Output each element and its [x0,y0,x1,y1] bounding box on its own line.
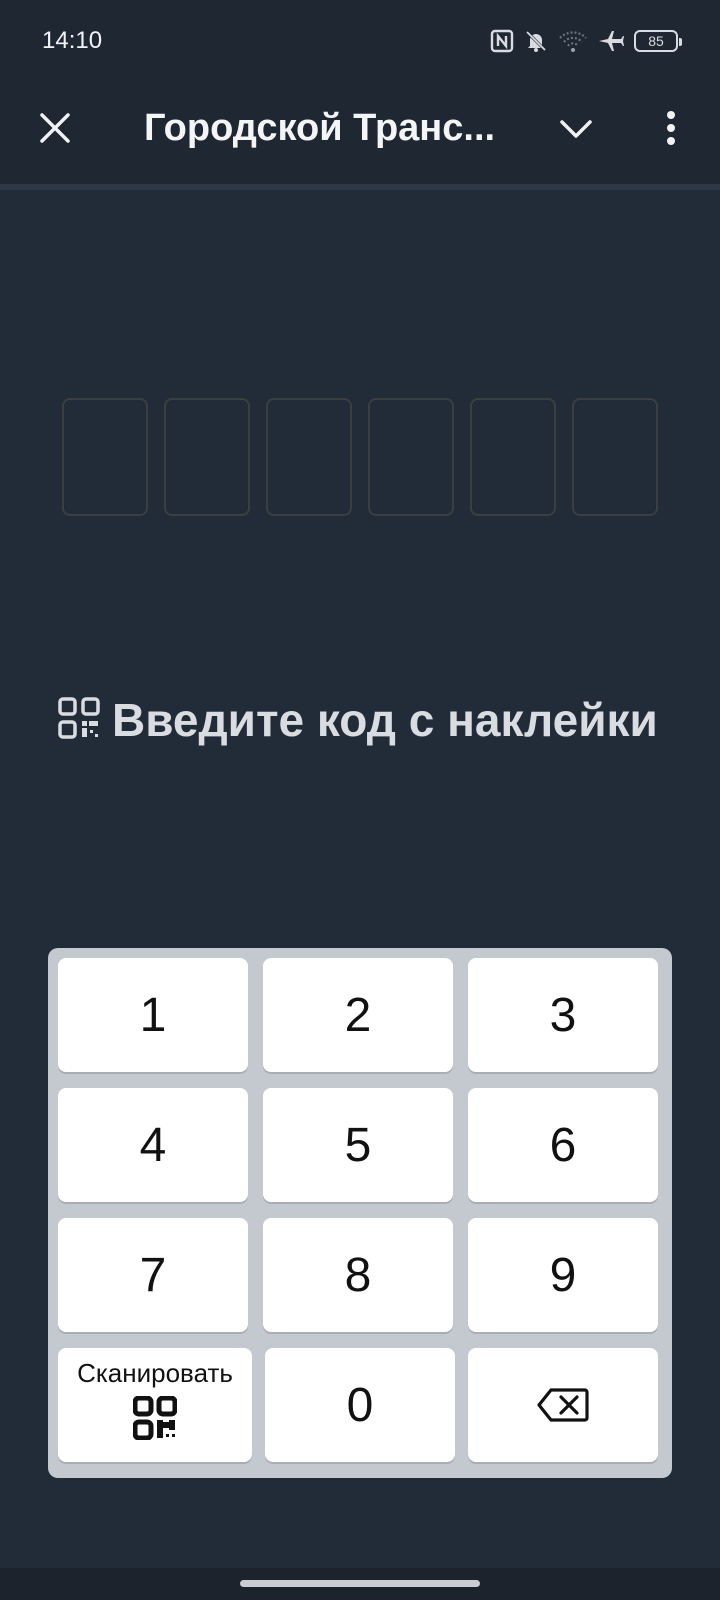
battery-level: 85 [648,33,664,49]
bell-off-icon [524,29,548,53]
key-8[interactable]: 8 [263,1218,453,1332]
status-icons: 85 [490,26,682,56]
numeric-keypad: 1 2 3 4 5 6 7 8 9 Сканировать 0 [48,948,672,1478]
wifi-icon [558,29,588,53]
backspace-icon [537,1388,589,1422]
airplane-icon [598,29,624,53]
battery-icon: 85 [634,30,682,52]
qr-code-icon [132,1395,178,1452]
app-bar-divider [0,184,720,190]
close-button[interactable] [27,100,83,156]
status-time: 14:10 [42,27,103,54]
dropdown-button[interactable] [548,100,604,156]
page-title: Городской Транс... [144,107,494,149]
app-bar: Городской Транс... [0,82,720,184]
key-5[interactable]: 5 [263,1088,453,1202]
home-indicator[interactable] [240,1580,480,1587]
code-digit-box-3[interactable] [266,398,352,516]
qr-code-icon [58,696,100,744]
chevron-down-icon [560,120,592,138]
code-digit-box-1[interactable] [62,398,148,516]
key-9[interactable]: 9 [468,1218,658,1332]
code-input [62,398,658,518]
code-hint: Введите код с наклейки [58,690,658,750]
close-icon [40,113,70,143]
code-digit-box-6[interactable] [572,398,658,516]
more-options-button[interactable] [643,100,699,156]
key-1[interactable]: 1 [58,958,248,1072]
key-4[interactable]: 4 [58,1088,248,1202]
key-2[interactable]: 2 [263,958,453,1072]
key-0[interactable]: 0 [265,1348,455,1462]
code-digit-box-5[interactable] [470,398,556,516]
key-3[interactable]: 3 [468,958,658,1072]
backspace-button[interactable] [468,1348,658,1462]
code-digit-box-4[interactable] [368,398,454,516]
more-vertical-icon [667,111,675,145]
key-6[interactable]: 6 [468,1088,658,1202]
status-bar: 14:10 85 [0,0,720,82]
key-7[interactable]: 7 [58,1218,248,1332]
scan-button[interactable]: Сканировать [58,1348,252,1462]
scan-button-label: Сканировать [77,1358,233,1388]
system-nav-bar [0,1568,720,1600]
nfc-icon [490,29,514,53]
code-digit-box-2[interactable] [164,398,250,516]
hint-text: Введите код с наклейки [112,694,658,746]
